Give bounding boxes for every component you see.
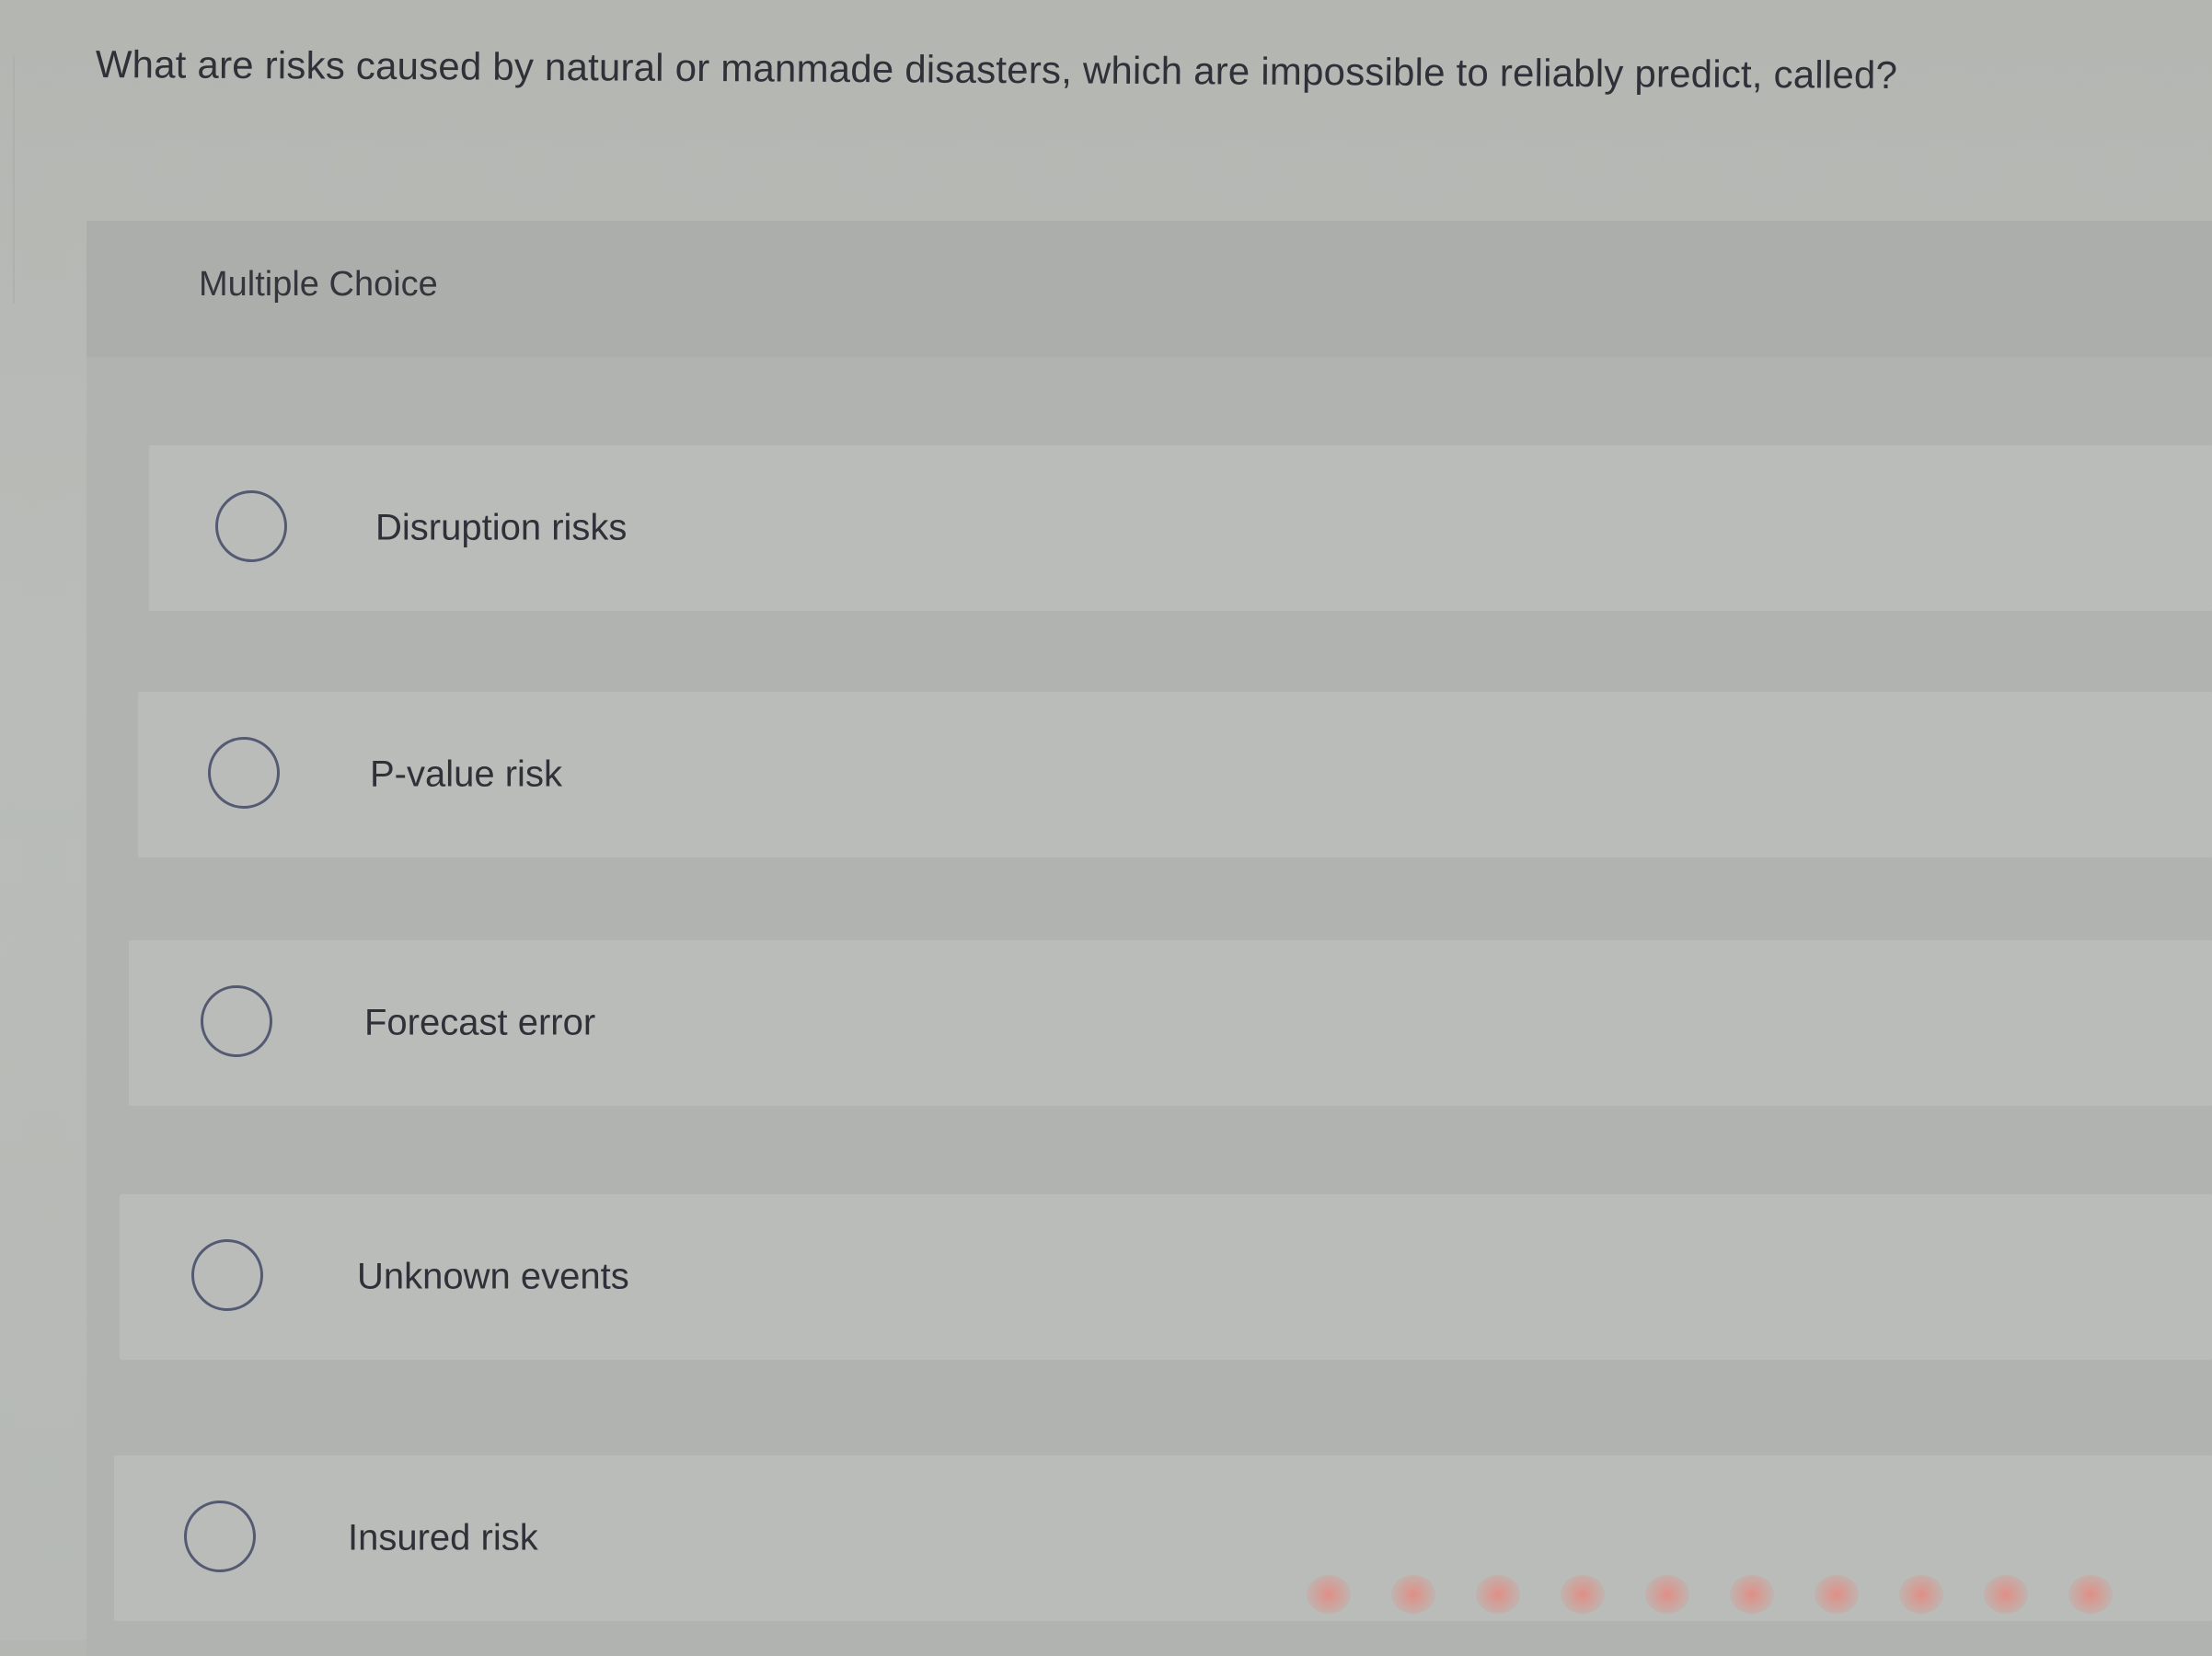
answer-option-forecast-error[interactable]: Forecast error xyxy=(129,940,2212,1106)
radio-button[interactable] xyxy=(184,1501,256,1572)
screen-glare xyxy=(1307,1571,2135,1617)
glare-dot xyxy=(1984,1575,2028,1614)
answer-option-label: Forecast error xyxy=(364,1002,596,1043)
glare-dot xyxy=(1307,1575,1351,1614)
glare-dot xyxy=(1730,1575,1774,1614)
question-card: Multiple Choice xyxy=(86,221,2212,1656)
radio-button[interactable] xyxy=(191,1239,263,1311)
answer-option-p-value-risk[interactable]: P-value risk xyxy=(138,692,2212,857)
radio-button[interactable] xyxy=(201,985,272,1057)
answer-option-label: Disruption risks xyxy=(375,507,628,548)
glare-dot xyxy=(1476,1575,1520,1614)
window-edge xyxy=(0,55,15,304)
glare-dot xyxy=(2068,1575,2113,1614)
answer-option-unknown-events[interactable]: Unknown events xyxy=(120,1194,2212,1360)
glare-dot xyxy=(1899,1575,1943,1614)
glare-dot xyxy=(1391,1575,1435,1614)
glare-dot xyxy=(1645,1575,1689,1614)
answer-option-label: Insured risk xyxy=(348,1517,538,1558)
question-text: What are risks caused by natural or manm… xyxy=(95,41,1898,97)
glare-dot xyxy=(1561,1575,1605,1614)
radio-button[interactable] xyxy=(208,737,280,809)
question-type-label: Multiple Choice xyxy=(199,265,438,304)
answer-option-disruption-risks[interactable]: Disruption risks xyxy=(149,445,2212,611)
card-header: Multiple Choice xyxy=(86,221,2212,357)
radio-button[interactable] xyxy=(215,490,287,562)
answer-option-label: P-value risk xyxy=(370,753,562,795)
glare-dot xyxy=(1815,1575,1859,1614)
answer-option-label: Unknown events xyxy=(357,1256,629,1297)
